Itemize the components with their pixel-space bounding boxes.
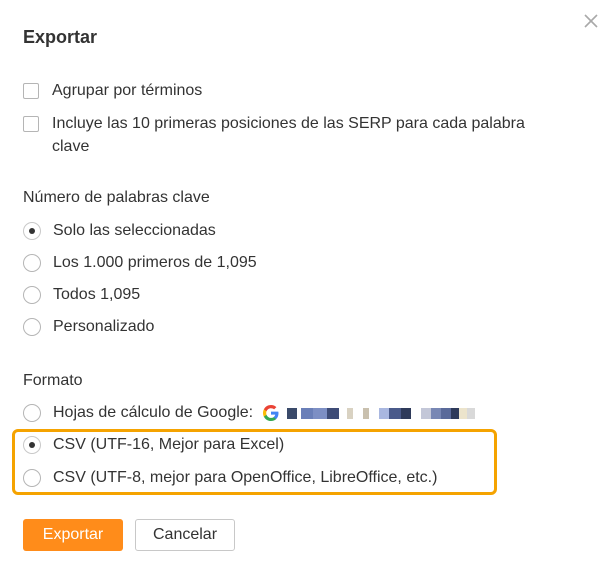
group-by-terms-label: Agrupar por términos: [52, 82, 203, 99]
group-by-terms-option[interactable]: Agrupar por términos: [23, 80, 202, 102]
export-button[interactable]: Exportar: [23, 519, 123, 551]
radio-first-1000-label: Los 1.000 primeros de 1,095: [53, 254, 257, 271]
radio-option-csv-utf16[interactable]: CSV (UTF-16, Mejor para Excel): [23, 434, 284, 456]
radio-csv-utf8-label: CSV (UTF-8, mejor para OpenOffice, Libre…: [53, 469, 438, 486]
cancel-button[interactable]: Cancelar: [135, 519, 235, 551]
radio-all[interactable]: [23, 286, 41, 304]
redacted-account-email: [287, 408, 476, 419]
radio-google-sheets-label: Hojas de cálculo de Google:: [53, 404, 254, 421]
radio-selected-only[interactable]: [23, 222, 41, 240]
include-serp-checkbox[interactable]: [23, 116, 39, 132]
radio-option-selected-only[interactable]: Solo las seleccionadas: [23, 220, 216, 242]
export-dialog: Exportar Agrupar por términos Incluye la…: [0, 0, 609, 572]
radio-selected-only-label: Solo las seleccionadas: [53, 222, 216, 239]
include-serp-option[interactable]: Incluye las 10 primeras posiciones de la…: [23, 113, 525, 158]
radio-first-1000[interactable]: [23, 254, 41, 272]
include-serp-label: Incluye las 10 primeras posiciones de la…: [52, 113, 525, 158]
radio-option-google-sheets[interactable]: Hojas de cálculo de Google:: [23, 402, 476, 424]
radio-csv-utf16[interactable]: [23, 436, 41, 454]
radio-option-first-1000[interactable]: Los 1.000 primeros de 1,095: [23, 252, 257, 274]
keyword-count-heading: Número de palabras clave: [23, 189, 210, 206]
format-heading: Formato: [23, 372, 83, 389]
radio-option-all[interactable]: Todos 1,095: [23, 284, 140, 306]
radio-option-csv-utf8[interactable]: CSV (UTF-8, mejor para OpenOffice, Libre…: [23, 467, 437, 489]
google-icon: [263, 405, 279, 421]
radio-custom-label: Personalizado: [53, 318, 155, 335]
radio-all-label: Todos 1,095: [53, 286, 141, 303]
radio-google-sheets[interactable]: [23, 404, 41, 422]
radio-custom[interactable]: [23, 318, 41, 336]
group-by-terms-checkbox[interactable]: [23, 83, 39, 99]
include-serp-label-line2: clave: [52, 138, 90, 155]
close-icon[interactable]: [580, 10, 602, 32]
radio-csv-utf16-label: CSV (UTF-16, Mejor para Excel): [53, 436, 285, 453]
dialog-title: Exportar: [23, 27, 98, 47]
radio-csv-utf8[interactable]: [23, 469, 41, 487]
include-serp-label-line1: Incluye las 10 primeras posiciones de la…: [52, 115, 525, 132]
radio-option-custom[interactable]: Personalizado: [23, 316, 154, 338]
